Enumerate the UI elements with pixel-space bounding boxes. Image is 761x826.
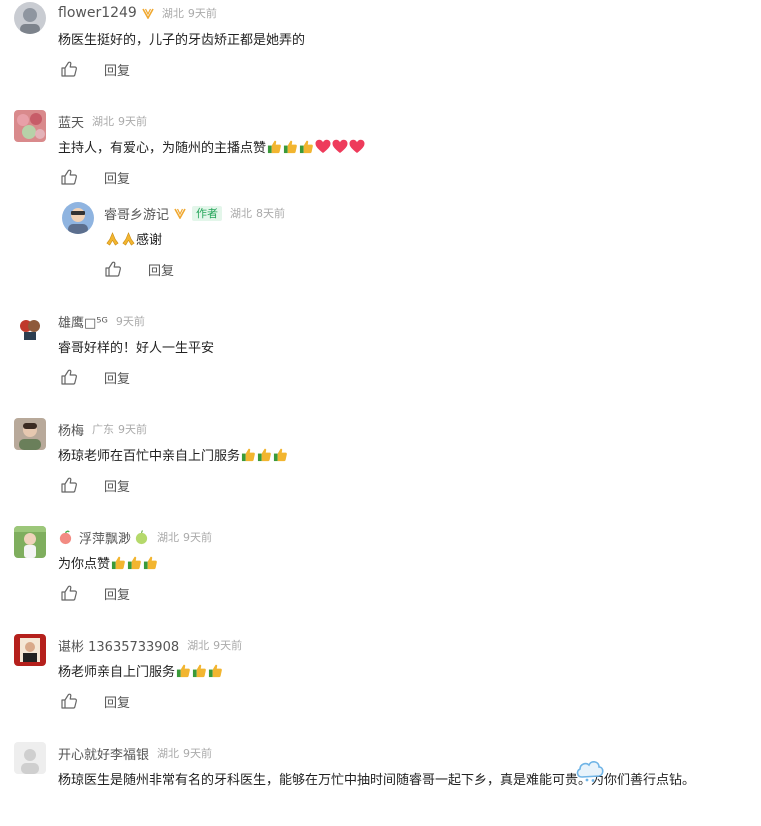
reply-button[interactable]: 回复 — [104, 168, 130, 187]
thumbs-up-emoji — [267, 140, 281, 154]
cloud-icon — [576, 761, 604, 782]
location: 湖北 — [92, 115, 115, 128]
timestamp: 9天前 — [115, 315, 145, 328]
reply-button[interactable]: 回复 — [104, 476, 130, 495]
timestamp: 9天前 — [118, 115, 148, 128]
verified-icon — [142, 8, 154, 19]
username[interactable]: 谌彬 13635733908 — [58, 636, 179, 655]
avatar[interactable] — [14, 110, 46, 142]
username[interactable]: 浮萍飘渺 — [79, 528, 131, 547]
username[interactable]: 雄鹰□⁵ᴳ — [58, 312, 108, 331]
comment-text: 杨老师亲自上门服务 — [58, 663, 223, 683]
avatar[interactable] — [14, 634, 46, 666]
location: 湖北 — [157, 531, 180, 544]
location: 湖北 — [230, 207, 253, 220]
like-icon[interactable] — [60, 60, 78, 78]
thumbs-up-emoji — [192, 664, 206, 678]
avatar[interactable] — [14, 418, 46, 450]
thumbs-up-emoji — [176, 664, 190, 678]
comment-text: 杨医生挺好的，儿子的牙齿矫正都是她弄的 — [58, 33, 306, 48]
username[interactable]: 蓝天 — [58, 112, 84, 131]
apple-icon — [135, 529, 148, 544]
like-icon[interactable] — [104, 260, 122, 278]
thumbs-up-emoji — [283, 140, 297, 154]
thumbs-up-emoji — [127, 556, 141, 570]
heart-emoji — [349, 139, 365, 153]
username[interactable]: 开心就好李福银 — [58, 744, 149, 763]
timestamp: 9天前 — [183, 531, 213, 544]
avatar[interactable] — [14, 526, 46, 558]
timestamp: 9天前 — [213, 639, 243, 652]
verified-icon — [174, 208, 186, 219]
avatar[interactable] — [14, 2, 46, 34]
timestamp: 8天前 — [256, 207, 286, 220]
peach-icon — [59, 530, 72, 544]
avatar[interactable] — [14, 742, 46, 774]
location: 湖北 — [161, 7, 184, 20]
reply-button[interactable]: 回复 — [104, 368, 130, 387]
username[interactable]: 睿哥乡游记 — [104, 204, 169, 223]
thumbs-up-emoji — [143, 556, 157, 570]
thumbs-up-emoji — [241, 448, 255, 462]
like-icon[interactable] — [60, 168, 78, 186]
reply-button[interactable]: 回复 — [104, 60, 130, 79]
comment-text: 主持人，有爱心，为随州的主播点赞 — [58, 139, 365, 159]
comment-text: 杨琼老师在百忙中亲自上门服务 — [58, 447, 288, 467]
reply-button[interactable]: 回复 — [104, 584, 130, 603]
username[interactable]: 杨梅 — [58, 420, 84, 439]
comment-text: 为你点赞 — [58, 555, 158, 575]
thumbs-up-emoji — [257, 448, 271, 462]
reply-button[interactable]: 回复 — [104, 692, 130, 711]
thumbs-up-emoji — [299, 140, 313, 154]
timestamp: 9天前 — [187, 7, 217, 20]
thumbs-up-emoji — [273, 448, 287, 462]
like-icon[interactable] — [60, 692, 78, 710]
heart-emoji — [332, 139, 348, 153]
reply-button[interactable]: 回复 — [148, 260, 174, 279]
username[interactable]: flower1249 — [58, 5, 137, 21]
pray-emoji — [122, 232, 135, 246]
avatar[interactable] — [62, 202, 94, 234]
like-icon[interactable] — [60, 368, 78, 386]
thumbs-up-emoji — [111, 556, 125, 570]
thumbs-up-emoji — [208, 664, 222, 678]
timestamp: 9天前 — [118, 423, 148, 436]
location: 广东 — [92, 423, 115, 436]
like-icon[interactable] — [60, 584, 78, 602]
heart-emoji — [315, 139, 331, 153]
location: 湖北 — [157, 747, 180, 760]
comment-text: 感谢 — [104, 231, 162, 251]
like-icon[interactable] — [60, 476, 78, 494]
avatar[interactable] — [14, 312, 46, 344]
comment-text: 睿哥好样的！好人一生平安 — [58, 341, 215, 356]
pray-emoji — [106, 232, 119, 246]
location: 湖北 — [187, 639, 210, 652]
author-badge: 作者 — [192, 205, 223, 221]
timestamp: 9天前 — [183, 747, 213, 760]
